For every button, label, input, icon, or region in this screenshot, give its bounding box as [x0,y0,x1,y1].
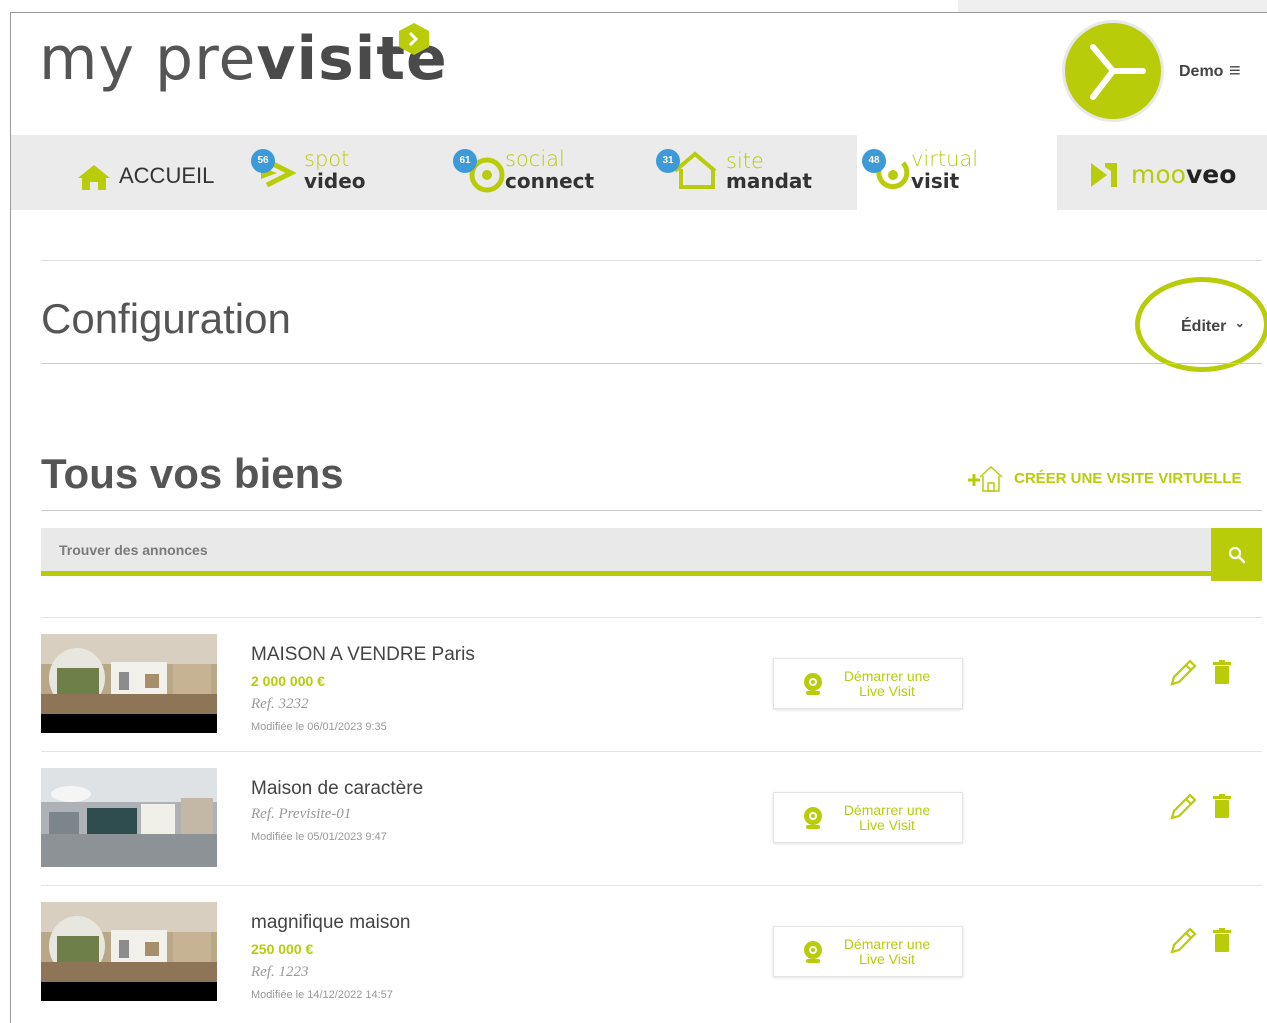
divider [41,510,1262,511]
hamburger-menu-icon[interactable]: ≡ [1229,60,1241,83]
nav-accueil-label: ACCUEIL [119,163,215,188]
window-top-strip [958,0,1267,12]
divider [41,363,1262,364]
listing-title[interactable]: Maison de caractère [251,778,423,800]
brand-triskel-icon [1090,44,1146,100]
start-live-visit-button[interactable]: Démarrer une Live Visit [773,792,963,843]
panorama-image [41,768,217,867]
edit-label: Éditer [1181,318,1227,335]
mooveo-bold-text: veo [1185,160,1237,189]
logo[interactable]: my previsite [39,19,448,99]
listing-ref: Ref. 3232 [251,696,309,712]
search-bar [41,528,1211,576]
trash-icon[interactable] [1213,794,1231,818]
nav-tab-social-connect[interactable]: 61 social connect [443,135,653,210]
user-menu-name[interactable]: Demo [1179,63,1223,81]
listing-item: magnifique maison 250 000 € Ref. 1223 Mo… [41,885,1262,1019]
site-mandat-badge: 31 [656,149,680,173]
listing-modified: Modifiée le 06/01/2023 9:35 [251,721,387,733]
edit-pencil-icon[interactable] [1168,658,1198,688]
mooveo-label: mooveo [1131,160,1236,189]
listing-price: 250 000 € [251,941,314,957]
create-virtual-visit-label: CRÉER UNE VISITE VIRTUELLE [1014,469,1242,487]
search-input[interactable] [41,528,1211,571]
logo-light-text: my pre [39,24,257,94]
social-connect-line2: connect [505,169,595,193]
mooveo-icon [1091,163,1117,187]
virtual-visit-line1: virtual [911,147,979,171]
properties-title: Tous vos biens [41,450,344,497]
panorama-thumbnail[interactable] [41,902,217,1001]
search-button[interactable] [1211,528,1262,581]
listing-item: MAISON A VENDRE Paris 2 000 000 € Ref. 3… [41,617,1262,751]
listing-ref: Ref. 1223 [251,964,309,980]
social-connect-badge: 61 [453,149,477,173]
start-live-visit-label: Démarrer une Live Visit [843,668,931,699]
nav-tab-site-mandat[interactable]: 31 site mandat [651,135,856,210]
start-live-visit-button[interactable]: Démarrer une Live Visit [773,658,963,709]
mooveo-light-text: moo [1131,160,1186,189]
start-live-visit-label: Démarrer une Live Visit [843,802,931,833]
avatar[interactable] [1065,23,1161,119]
webcam-icon [804,807,822,829]
header: my previsite Demo ≡ [11,13,1267,134]
panorama-thumbnail[interactable] [41,634,217,733]
listing-price: 2 000 000 € [251,673,325,689]
add-house-icon [968,465,1003,492]
listing-modified: Modifiée le 05/01/2023 9:47 [251,831,387,843]
main-nav: ACCUEIL 56 spot video 61 social connect [11,135,1267,210]
logo-cube-icon [399,23,429,55]
webcam-icon [804,941,822,963]
trash-icon[interactable] [1213,660,1231,684]
panorama-thumbnail[interactable] [41,768,217,867]
listing-modified: Modifiée le 14/12/2022 14:57 [251,989,393,1001]
panorama-image [41,634,217,733]
listing-title[interactable]: magnifique maison [251,912,410,934]
webcam-icon [804,673,822,695]
nav-tab-mooveo[interactable]: mooveo [1059,135,1267,210]
social-connect-line1: social [505,147,565,171]
virtual-visit-line2: visit [911,169,960,193]
edit-pencil-icon[interactable] [1168,926,1198,956]
chevron-down-icon: ⌄ [1234,316,1245,330]
edit-pencil-icon[interactable] [1168,792,1198,822]
search-icon [1228,546,1245,563]
site-mandat-line2: mandat [726,169,812,193]
listing-title[interactable]: MAISON A VENDRE Paris [251,644,475,666]
edit-dropdown-button[interactable]: Éditer ⌄ [1181,316,1245,336]
home-icon [78,165,110,190]
spot-video-line1: spot [304,147,350,171]
create-virtual-visit-button[interactable]: CRÉER UNE VISITE VIRTUELLE [966,463,1242,493]
start-live-visit-button[interactable]: Démarrer une Live Visit [773,926,963,977]
listing-item: Maison de caractère Ref. Previsite-01 Mo… [41,751,1262,885]
start-live-visit-label: Démarrer une Live Visit [843,936,931,967]
configuration-title: Configuration [41,295,291,342]
trash-icon[interactable] [1213,928,1231,952]
nav-tab-virtual-visit[interactable]: 48 virtual visit [857,135,1057,210]
spot-video-line2: video [304,169,366,193]
divider [41,260,1262,261]
listing-ref: Ref. Previsite-01 [251,806,352,822]
app-frame: my previsite Demo ≡ ACCUEIL 56 spot vide… [10,12,1267,1023]
virtual-visit-badge: 48 [862,149,886,173]
nav-tab-accueil[interactable]: ACCUEIL [11,135,231,210]
nav-tab-spot-video[interactable]: 56 spot video [241,135,441,210]
spot-video-badge: 56 [251,149,275,173]
panorama-image [41,902,217,1001]
